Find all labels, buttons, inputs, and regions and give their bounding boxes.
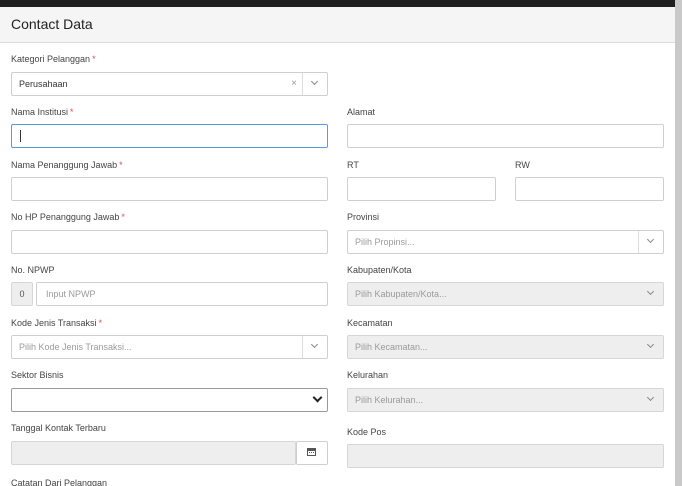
modal-title: Contact Data (11, 16, 93, 32)
alamat-input[interactable] (347, 124, 664, 148)
kategori-label: Kategori Pelanggan * (11, 54, 96, 64)
npwp-input[interactable]: Input NPWP (36, 282, 328, 306)
no-hp-input[interactable] (11, 230, 328, 254)
rw-input[interactable] (515, 177, 664, 201)
kelurahan-dropdown-toggle[interactable] (639, 389, 663, 411)
kategori-dropdown-toggle[interactable] (302, 73, 327, 95)
provinsi-placeholder: Pilih Propinsi... (355, 237, 415, 247)
provinsi-label: Provinsi (347, 212, 380, 222)
kode-pos-input[interactable] (347, 444, 664, 468)
kode-jenis-placeholder: Pilih Kode Jenis Transaksi... (19, 342, 132, 352)
clear-icon[interactable]: × (291, 78, 297, 89)
npwp-label: No. NPWP (11, 265, 55, 275)
kecamatan-dropdown-toggle[interactable] (639, 336, 663, 358)
nama-penanggung-input[interactable] (11, 177, 328, 201)
tanggal-input[interactable] (11, 441, 296, 465)
nama-penanggung-label: Nama Penanggung Jawab * (11, 160, 123, 170)
kabupaten-placeholder: Pilih Kabupaten/Kota... (355, 289, 447, 299)
kode-jenis-label: Kode Jenis Transaksi * (11, 318, 103, 328)
chevron-down-icon (646, 235, 655, 244)
chevron-down-icon (310, 77, 319, 86)
text-caret (20, 130, 21, 142)
chevron-down-icon (646, 393, 655, 402)
kode-jenis-select[interactable]: Pilih Kode Jenis Transaksi... (11, 335, 328, 359)
kode-jenis-dropdown-toggle[interactable] (302, 336, 327, 358)
alamat-label: Alamat (347, 107, 376, 117)
kabupaten-dropdown-toggle[interactable] (639, 283, 663, 305)
kecamatan-label: Kecamatan (347, 318, 393, 328)
kelurahan-label: Kelurahan (347, 370, 389, 380)
backdrop-top (0, 0, 682, 7)
calendar-icon (307, 448, 316, 456)
chevron-down-icon (310, 340, 319, 349)
sektor-select[interactable] (11, 388, 328, 412)
provinsi-dropdown-toggle[interactable] (638, 231, 663, 253)
kelurahan-select[interactable]: Pilih Kelurahan... (347, 388, 664, 412)
modal-header: Contact Data (0, 7, 675, 43)
contact-data-modal: Contact Data Kategori Pelanggan * Perusah… (0, 7, 675, 486)
npwp-placeholder: Input NPWP (46, 289, 96, 299)
nama-institusi-label: Nama Institusi * (11, 107, 74, 117)
kecamatan-select[interactable]: Pilih Kecamatan... (347, 335, 664, 359)
backdrop-right (675, 0, 682, 486)
kategori-select[interactable]: Perusahaan × (11, 72, 328, 96)
tanggal-label: Tanggal Kontak Terbaru (11, 423, 106, 433)
kecamatan-placeholder: Pilih Kecamatan... (355, 342, 428, 352)
kode-pos-label: Kode Pos (347, 427, 387, 437)
rt-label: RT (347, 160, 359, 170)
sektor-label: Sektor Bisnis (11, 370, 64, 380)
provinsi-select[interactable]: Pilih Propinsi... (347, 230, 664, 254)
chevron-down-icon (312, 392, 323, 403)
no-hp-label: No HP Penanggung Jawab * (11, 212, 125, 222)
kabupaten-label: Kabupaten/Kota (347, 265, 412, 275)
calendar-button[interactable] (296, 441, 328, 465)
kategori-value: Perusahaan (19, 79, 68, 89)
rt-input[interactable] (347, 177, 496, 201)
npwp-prefix: 0 (11, 282, 33, 306)
catatan-label: Catatan Dari Pelanggan (11, 478, 108, 486)
chevron-down-icon (646, 287, 655, 296)
nama-institusi-input[interactable] (11, 124, 328, 148)
rw-label: RW (515, 160, 530, 170)
kelurahan-placeholder: Pilih Kelurahan... (355, 395, 424, 405)
kabupaten-select[interactable]: Pilih Kabupaten/Kota... (347, 282, 664, 306)
chevron-down-icon (646, 340, 655, 349)
